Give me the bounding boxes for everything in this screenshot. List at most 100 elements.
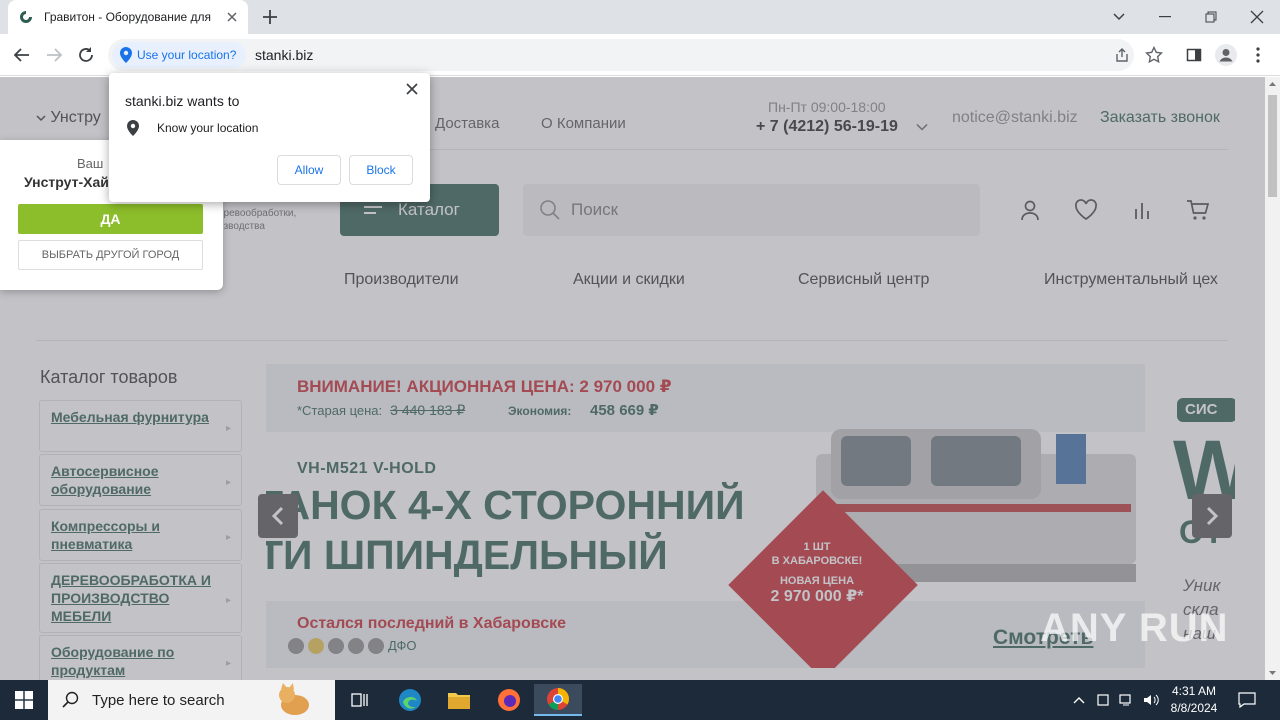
nav-about-link[interactable]: О Компании [541, 115, 626, 132]
notifications-icon[interactable] [1237, 690, 1257, 710]
badge-line: 1 ШТ [803, 541, 831, 553]
phone-number-text: + 7 (4212) 56-19-19 [756, 118, 898, 135]
subnav-service-center[interactable]: Сервисный центр [798, 271, 929, 289]
detected-city: Унструт-Хай [24, 174, 109, 190]
location-chip-label: Use your location? [137, 48, 237, 62]
dialog-close-icon[interactable] [404, 81, 420, 97]
scroll-up-icon[interactable] [1265, 77, 1280, 92]
permission-heading: stanki.biz wants to [125, 93, 240, 109]
choose-other-city-button[interactable]: ВЫБРАТЬ ДРУГОЙ ГОРОД [18, 240, 203, 270]
reload-icon[interactable] [74, 43, 98, 67]
burger-menu-icon [364, 202, 382, 218]
favorites-heart-icon[interactable] [1073, 197, 1099, 223]
slider-dot[interactable] [348, 638, 364, 654]
new-tab-icon[interactable] [260, 7, 280, 27]
menu-kebab-icon[interactable] [1246, 43, 1270, 67]
block-button[interactable]: Block [349, 155, 413, 185]
nav-delivery-link[interactable]: Доставка [435, 115, 499, 132]
share-icon[interactable] [1110, 43, 1134, 67]
search-box[interactable] [523, 184, 980, 236]
sidebar-item-label: ДЕРЕВООБРАБОТКА И ПРОИЗВОДСТВО МЕБЕЛИ [51, 572, 211, 624]
badge-line: В ХАБАРОВСКЕ! [771, 555, 863, 567]
address-bar[interactable]: Use your location? stanki.biz [108, 39, 1134, 71]
network-icon[interactable] [1117, 690, 1137, 710]
slider-prev-button[interactable] [258, 494, 298, 538]
taskbar-clock[interactable]: 4:31 AM 8/8/2024 [1166, 683, 1222, 717]
cart-icon[interactable] [1185, 197, 1211, 223]
callback-link[interactable]: Заказать звонок [1100, 109, 1220, 127]
subnav-manufacturers[interactable]: Производители [344, 271, 459, 289]
volume-icon[interactable] [1141, 690, 1161, 710]
profile-avatar-icon[interactable] [1214, 43, 1238, 67]
sidebar-item-label: Компрессоры и пневматика [51, 518, 161, 552]
sidebar-item-compressors[interactable]: Компрессоры и пневматика ▸ [39, 509, 242, 561]
chrome-icon[interactable] [534, 684, 582, 716]
sidebar-item-woodworking[interactable]: ДЕРЕВООБРАБОТКА И ПРОИЗВОДСТВО МЕБЕЛИ ▸ [39, 563, 242, 633]
anyrun-watermark: ANY RUN [1040, 606, 1229, 650]
promo-banner[interactable]: ВНИМАНИЕ! АКЦИОННАЯ ЦЕНА: 2 970 000 ₽ *С… [266, 364, 1145, 668]
slider-dot[interactable] [328, 638, 344, 654]
slider-dot[interactable] [288, 638, 304, 654]
tray-overflow-chevron-icon[interactable] [1069, 690, 1089, 710]
logo-tagline-line: изводства [218, 221, 265, 232]
file-explorer-icon[interactable] [435, 684, 483, 716]
next-slide-line: Уник [1183, 576, 1221, 595]
divider [36, 340, 1228, 341]
cat-illustration-icon [279, 683, 309, 715]
minimize-icon[interactable] [1142, 0, 1188, 34]
device-tray-icon[interactable] [1093, 690, 1113, 710]
banner-old-price: *Старая цена: 3 440 183 ₽ [297, 402, 465, 419]
city-selector[interactable]: Унстру [36, 109, 101, 127]
chevron-right-icon: ▸ [225, 423, 231, 434]
allow-button[interactable]: Allow [277, 155, 341, 185]
scroll-down-icon[interactable] [1265, 665, 1280, 680]
side-panel-icon[interactable] [1182, 43, 1206, 67]
compare-bars-icon[interactable] [1129, 197, 1155, 223]
subnav-promotions[interactable]: Акции и скидки [573, 271, 685, 289]
slider-dot[interactable] [308, 638, 324, 654]
phone-number[interactable]: + 7 (4212) 56-19-19 [756, 118, 928, 136]
bookmark-star-icon[interactable] [1142, 43, 1166, 67]
tab-title: Гравитон - Оборудование для д [44, 10, 214, 24]
email-link[interactable]: notice@stanki.biz [952, 109, 1078, 127]
location-permission-chip[interactable]: Use your location? [112, 42, 247, 68]
windows-start-icon[interactable] [0, 680, 48, 720]
back-arrow-icon[interactable] [10, 43, 34, 67]
permission-item-label: Know your location [157, 121, 259, 135]
city-selector-label: Унстру [50, 109, 101, 126]
search-icon [62, 691, 79, 708]
scrollbar-thumb[interactable] [1268, 95, 1277, 197]
subnav-tool-shop[interactable]: Инструментальный цех [1044, 271, 1218, 289]
sidebar-item-label: Оборудование по продуктам [51, 644, 175, 678]
page-scrollbar[interactable] [1265, 77, 1280, 680]
chevron-right-icon: ▸ [225, 595, 231, 606]
window-close-icon[interactable] [1234, 0, 1280, 34]
clock-time: 4:31 AM [1171, 684, 1217, 698]
sidebar-item-auto-service[interactable]: Автосервисное оборудование ▸ [39, 454, 242, 506]
browser-tab-strip: Гравитон - Оборудование для д [0, 0, 1280, 34]
firefox-icon[interactable] [485, 684, 533, 716]
edge-browser-icon[interactable] [386, 684, 434, 716]
banner-headline: ТАНОК 4-Х СТОРОННИЙ ТИ ШПИНДЕЛЬНЫЙ [266, 480, 745, 580]
sidebar-item-product-equipment[interactable]: Оборудование по продуктам ▸ [39, 635, 242, 680]
forward-arrow-icon[interactable] [42, 43, 66, 67]
restore-icon[interactable] [1188, 0, 1234, 34]
chevron-right-icon: ▸ [225, 658, 231, 669]
browser-tab[interactable]: Гравитон - Оборудование для д [8, 0, 248, 34]
search-input[interactable] [571, 200, 951, 220]
clock-date: 8/8/2024 [1170, 701, 1218, 715]
economy-value: 458 669 ₽ [590, 402, 659, 419]
logo-tagline: еревообработки, изводства [218, 207, 296, 233]
slider-next-button[interactable] [1192, 494, 1232, 538]
sidebar-item-furniture-fittings[interactable]: Мебельная фурнитура ▸ [39, 400, 242, 452]
confirm-city-button[interactable]: ДА [18, 204, 203, 234]
tab-search-icon[interactable] [1096, 0, 1142, 34]
task-view-icon[interactable] [336, 684, 384, 716]
site-favicon-icon [18, 9, 34, 25]
next-slide-badge: СИС [1177, 398, 1235, 422]
slider-dot[interactable] [368, 638, 384, 654]
tab-close-icon[interactable] [224, 9, 240, 25]
taskbar-search-box[interactable]: Type here to search [48, 680, 335, 720]
chevron-right-icon: ▸ [225, 477, 231, 488]
user-icon[interactable] [1017, 197, 1043, 223]
